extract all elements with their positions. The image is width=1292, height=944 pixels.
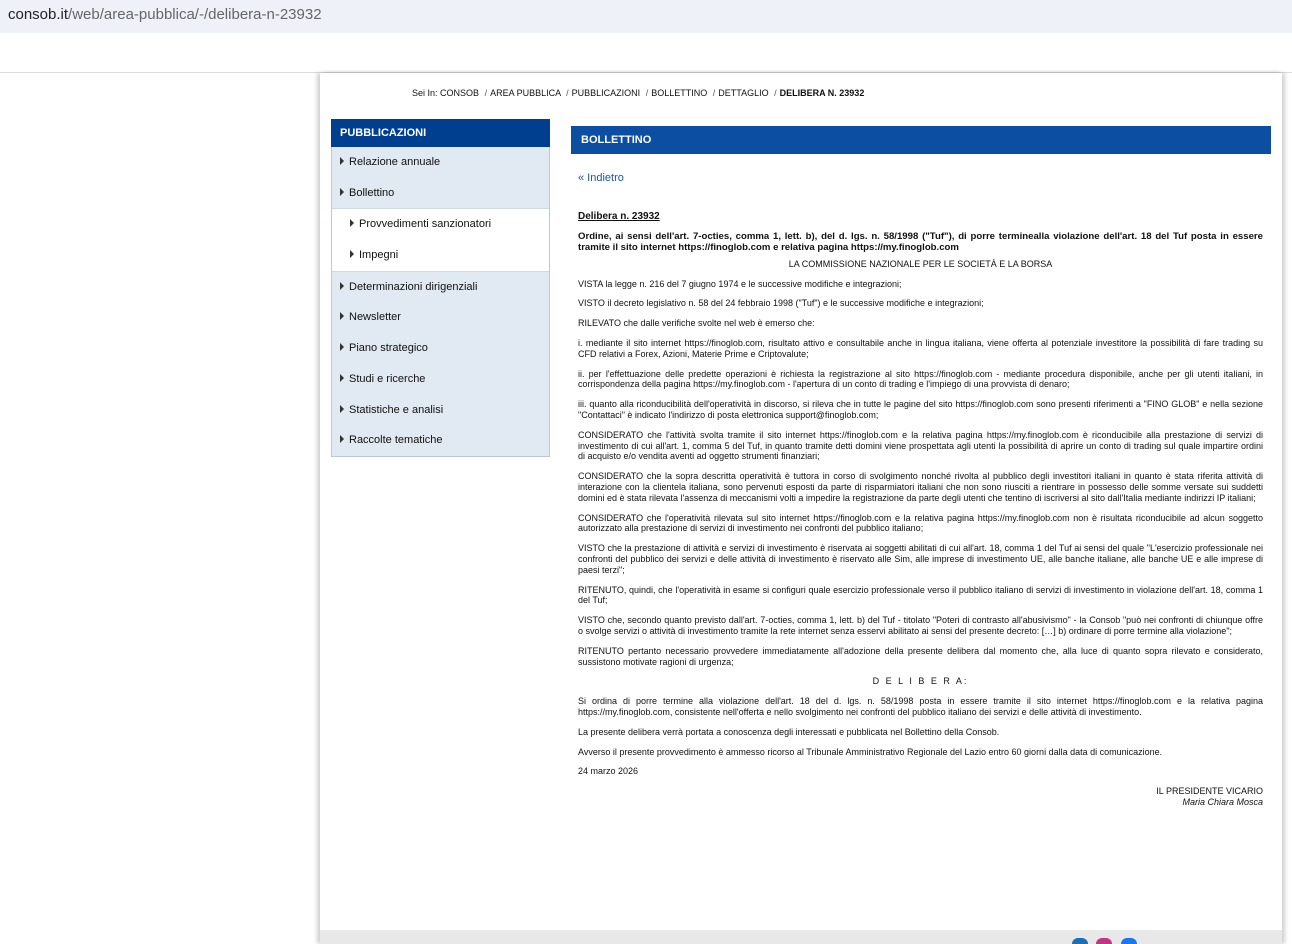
linkedin-icon[interactable] (1072, 938, 1088, 944)
breadcrumb: Sei In: CONSOB / AREA PUBBLICA / PUBBLICAZ… (412, 88, 865, 98)
triangle-right-icon (340, 312, 344, 321)
page-container: Sei In: CONSOB / AREA PUBBLICA / PUBBLICAZ… (320, 73, 1282, 944)
paragraph: VISTO che la prestazione di attività e s… (578, 543, 1263, 575)
page-gutter (0, 73, 320, 944)
paragraph: RILEVATO che dalle verifiche svolte nel … (578, 318, 815, 329)
footer-bar (320, 930, 1282, 944)
sidebar-item-piano-strategico[interactable]: Piano strategico (332, 333, 549, 364)
breadcrumb-item-dettaglio[interactable]: DETTAGLIO (718, 88, 768, 98)
breadcrumb-current: DELIBERA N. 23932 (779, 88, 865, 98)
triangle-right-icon (340, 187, 344, 196)
url-text[interactable]: consob.it/web/area-pubblica/-/delibera-n… (8, 6, 322, 23)
triangle-right-icon (350, 250, 354, 259)
sidebar-item-studi-e-ricerche[interactable]: Studi e ricerche (332, 364, 549, 395)
facebook-icon[interactable] (1121, 938, 1137, 944)
sidebar-submenu: Provvedimenti sanzionatori Impegni (332, 208, 549, 272)
triangle-right-icon (340, 343, 344, 352)
breadcrumb-prefix: Sei In: (412, 88, 438, 98)
paragraph: iii. quanto alla riconducibilità dell'op… (578, 399, 1263, 420)
commission-heading: LA COMMISSIONE NAZIONALE PER LE SOCIETÀ … (788, 258, 1053, 269)
document-date: 24 marzo 2026 (578, 766, 639, 777)
paragraph: La presente delibera verrà portata a con… (578, 726, 1000, 737)
triangle-right-icon (340, 281, 344, 290)
paragraph: VISTA la legge n. 216 del 7 giugno 1974 … (578, 278, 902, 289)
breadcrumb-item-bollettino[interactable]: BOLLETTINO (651, 88, 707, 98)
delibera-heading: D E L I B E R A: (872, 676, 969, 687)
document-subtitle: Ordine, ai sensi dell'art. 7-octies, com… (578, 230, 1263, 253)
breadcrumb-item-consob[interactable]: CONSOB (440, 88, 479, 98)
paragraph: VISTO che, secondo quanto previsto dall'… (578, 615, 1263, 636)
triangle-right-icon (340, 404, 344, 413)
sidebar-item-provvedimenti-sanzionatori[interactable]: Provvedimenti sanzionatori (332, 209, 549, 240)
main-content: BOLLETTINO « Indietro Delibera n. 23932 … (571, 126, 1271, 807)
sidebar-item-statistiche-e-analisi[interactable]: Statistiche e analisi (332, 395, 549, 426)
sidebar-item-bollettino[interactable]: Bollettino (332, 178, 549, 209)
paragraph: CONSIDERATO che la sopra descritta opera… (578, 471, 1263, 503)
paragraph: VISTO il decreto legislativo n. 58 del 2… (578, 298, 984, 309)
triangle-right-icon (340, 373, 344, 382)
browser-address-bar[interactable]: consob.it/web/area-pubblica/-/delibera-n… (0, 0, 1292, 33)
document-title: Delibera n. 23932 (578, 211, 660, 222)
sidebar-item-determinazioni-dirigenziali[interactable]: Determinazioni dirigenziali (332, 272, 549, 303)
paragraph: RITENUTO pertanto necessario provvedere … (578, 645, 1263, 667)
back-link[interactable]: « Indietro (578, 172, 624, 184)
sidebar-item-relazione-annuale[interactable]: Relazione annuale (332, 147, 549, 178)
instagram-icon[interactable] (1096, 938, 1112, 944)
sidebar: PUBBLICAZIONI Relazione annuale Bolletti… (331, 119, 550, 457)
delibera-document: Delibera n. 23932 Ordine, ai sensi dell'… (578, 211, 1263, 808)
sidebar-item-raccolte-tematiche[interactable]: Raccolte tematiche (332, 425, 549, 456)
paragraph: Avverso il presente provvedimento è amme… (578, 746, 1163, 757)
paragraph: CONSIDERATO che l'operatività rilevata s… (578, 512, 1263, 534)
signature-title: IL PRESIDENTE VICARIO (1156, 786, 1263, 797)
paragraph: ii. per l'effettuazione delle predette o… (578, 368, 1263, 390)
sidebar-item-impegni[interactable]: Impegni (332, 240, 549, 271)
signature-name: Maria Chiara Mosca (1182, 796, 1263, 807)
paragraph: CONSIDERATO che l'attività svolta tramit… (578, 429, 1263, 462)
sidebar-item-newsletter[interactable]: Newsletter (332, 302, 549, 333)
breadcrumb-item-pubblicazioni[interactable]: PUBBLICAZIONI (572, 88, 641, 98)
triangle-right-icon (340, 157, 344, 165)
paragraph: i. mediante il sito internet https://fin… (578, 337, 1263, 359)
triangle-right-icon (350, 219, 354, 228)
breadcrumb-item-area-pubblica[interactable]: AREA PUBBLICA (490, 88, 561, 98)
paragraph: Si ordina di porre termine alla violazio… (578, 696, 1263, 717)
paragraph: RITENUTO, quindi, che l'operatività in e… (578, 584, 1263, 606)
section-header: BOLLETTINO (571, 126, 1271, 154)
triangle-right-icon (340, 435, 344, 444)
sidebar-menu: Relazione annuale Bollettino Provvedimen… (331, 147, 550, 457)
sidebar-title: PUBBLICAZIONI (331, 119, 550, 147)
